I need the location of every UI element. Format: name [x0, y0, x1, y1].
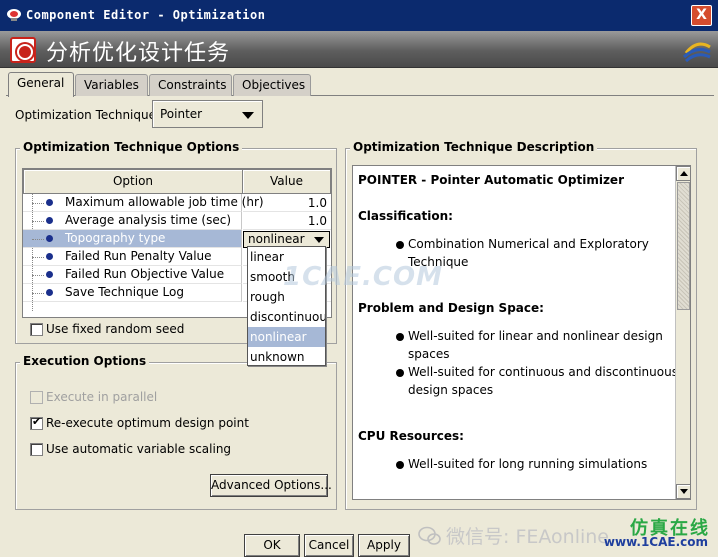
- description-heading: POINTER - Pointer Automatic Optimizer: [358, 173, 624, 187]
- arrow-up-icon: [680, 171, 688, 176]
- bullet-icon: [46, 217, 53, 224]
- option-name: Average analysis time (sec): [65, 213, 232, 227]
- apply-button[interactable]: Apply: [358, 534, 410, 557]
- description-text-area[interactable]: POINTER - Pointer Automatic Optimizer Cl…: [352, 165, 691, 500]
- dropdown-item-discontinuous[interactable]: discontinuous: [248, 307, 325, 327]
- bullet-icon: [46, 271, 53, 278]
- section-title: CPU Resources:: [358, 429, 464, 443]
- description-line: Well-suited for continuous and discontin…: [408, 365, 678, 379]
- chevron-down-icon: [242, 112, 254, 119]
- column-header-option[interactable]: Option: [23, 169, 243, 194]
- site-url: www.1CAE.com: [603, 535, 708, 549]
- execute-parallel-label: Execute in parallel: [46, 390, 158, 404]
- scroll-up-button[interactable]: [676, 166, 691, 181]
- option-name: Maximum allowable job time (hr): [65, 195, 264, 209]
- reexecute-optimum-checkbox[interactable]: [30, 415, 43, 430]
- window-title: Component Editor - Optimization: [26, 8, 266, 22]
- close-button[interactable]: X: [691, 5, 712, 26]
- option-value[interactable]: 1.0: [243, 212, 331, 230]
- option-name-cell: Failed Run Penalty Value: [23, 248, 242, 266]
- tab-constraints[interactable]: Constraints: [149, 74, 232, 96]
- target-icon: [10, 37, 36, 63]
- tree-branch: [32, 203, 44, 204]
- fixed-seed-label: Use fixed random seed: [46, 322, 185, 336]
- bullet-icon: [46, 235, 53, 242]
- bullet-icon: [396, 241, 404, 249]
- ok-button[interactable]: OK: [244, 534, 300, 557]
- header-banner: 分析优化设计任务: [0, 31, 718, 68]
- tree-branch: [32, 257, 44, 258]
- scroll-thumb[interactable]: [677, 182, 690, 310]
- description-line: spaces: [408, 347, 450, 361]
- combo-value: nonlinear: [248, 232, 305, 246]
- option-name-cell: Save Technique Log: [23, 284, 242, 302]
- title-bar: Component Editor - Optimization X: [0, 0, 718, 31]
- watermark-text: 1CAE.COM: [283, 262, 443, 292]
- tab-label: General: [17, 76, 65, 90]
- tab-objectives[interactable]: Objectives: [233, 74, 311, 96]
- option-name: Failed Run Penalty Value: [65, 249, 212, 263]
- column-header-value[interactable]: Value: [242, 169, 331, 194]
- execution-options-title: Execution Options: [20, 354, 150, 368]
- auto-scaling-checkbox[interactable]: [30, 443, 43, 456]
- option-name: Topography type: [65, 231, 166, 245]
- close-icon: X: [696, 7, 707, 23]
- wechat-icon: [418, 526, 441, 545]
- fixed-seed-checkbox[interactable]: [30, 323, 43, 336]
- tab-label: Objectives: [242, 78, 306, 92]
- bullet-icon: [396, 333, 404, 341]
- cancel-button[interactable]: Cancel: [304, 534, 354, 557]
- bullet-icon: [46, 199, 53, 206]
- technique-value: Pointer: [160, 107, 203, 121]
- wechat-id: 微信号: FEAonline: [446, 526, 609, 548]
- option-name-cell: Average analysis time (sec): [23, 212, 242, 230]
- description-line: Well-suited for linear and nonlinear des…: [408, 329, 663, 343]
- bullet-icon: [396, 461, 404, 469]
- tab-general[interactable]: General: [8, 72, 74, 97]
- description-scrollbar[interactable]: [675, 166, 691, 499]
- table-row[interactable]: Average analysis time (sec) 1.0: [23, 212, 331, 230]
- auto-scaling-label: Use automatic variable scaling: [46, 442, 232, 456]
- tree-branch: [32, 275, 44, 276]
- tree-branch: [32, 221, 44, 222]
- dropdown-item-unknown[interactable]: unknown: [248, 347, 325, 367]
- app-icon: [7, 9, 21, 21]
- tab-label: Variables: [84, 78, 139, 92]
- execute-parallel-checkbox[interactable]: [30, 391, 43, 404]
- bullet-icon: [46, 253, 53, 260]
- technique-label: Optimization Technique:: [15, 108, 161, 122]
- option-name: Failed Run Objective Value: [65, 267, 225, 281]
- option-name-cell: Maximum allowable job time (hr): [23, 194, 264, 212]
- chevron-down-icon: [314, 237, 324, 243]
- description-line: Combination Numerical and Exploratory: [408, 237, 649, 251]
- section-title: Classification:: [358, 209, 453, 223]
- bullet-icon: [396, 369, 404, 377]
- option-value[interactable]: 1.0: [243, 194, 331, 212]
- brand-logo-icon: [682, 42, 711, 63]
- banner-title: 分析优化设计任务: [46, 41, 231, 66]
- dropdown-item-nonlinear[interactable]: nonlinear: [248, 327, 325, 347]
- description-line: Well-suited for long running simulations: [408, 457, 648, 471]
- description-line: design spaces: [408, 383, 494, 397]
- option-name: Save Technique Log: [65, 285, 184, 299]
- tree-branch: [32, 239, 44, 240]
- scroll-down-button[interactable]: [676, 484, 691, 499]
- option-name-cell: Failed Run Objective Value: [23, 266, 242, 284]
- option-name-cell: Topography type: [23, 230, 242, 248]
- table-row[interactable]: Maximum allowable job time (hr) 1.0: [23, 194, 331, 212]
- site-logo: 仿真在线 www.1CAE.com: [596, 512, 716, 552]
- reexecute-optimum-label: Re-execute optimum design point: [46, 416, 249, 430]
- tab-variables[interactable]: Variables: [75, 74, 148, 96]
- advanced-options-button[interactable]: Advanced Options...: [210, 474, 332, 497]
- arrow-down-icon: [680, 489, 688, 494]
- options-group-title: Optimization Technique Options: [20, 140, 243, 154]
- bullet-icon: [46, 289, 53, 296]
- technique-select[interactable]: Pointer: [152, 100, 263, 128]
- description-title: Optimization Technique Description: [350, 140, 598, 154]
- section-title: Problem and Design Space:: [358, 301, 544, 315]
- tab-label: Constraints: [158, 78, 227, 92]
- tree-branch: [32, 293, 44, 294]
